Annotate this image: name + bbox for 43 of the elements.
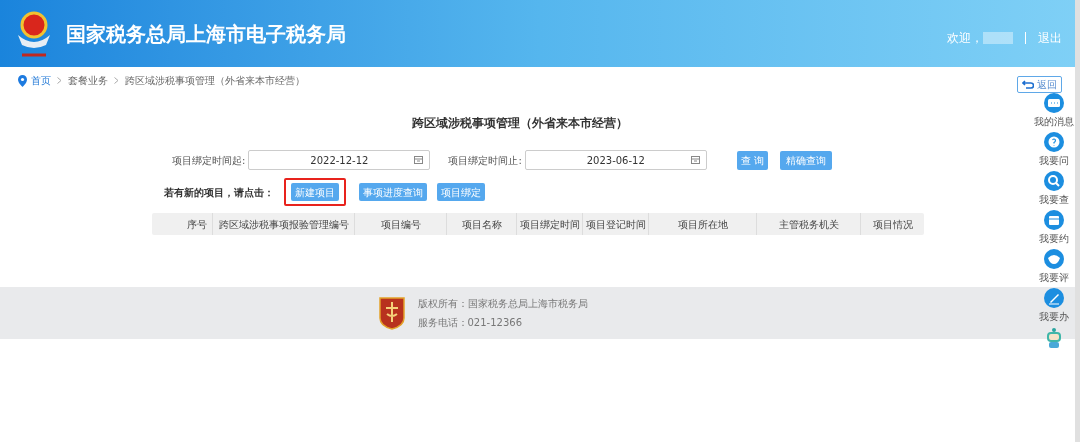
column-header: 项目名称 <box>461 217 502 232</box>
chat-bubble-icon[interactable] <box>1044 93 1064 113</box>
prompt-text: 若有新的项目，请点击： <box>164 185 274 200</box>
breadcrumb-link[interactable]: 首页 <box>31 73 51 88</box>
column-header: 序号 <box>187 217 207 232</box>
username-redacted <box>983 31 1013 44</box>
column-header: 项目编号 <box>380 217 421 232</box>
column-header: 项目所在地 <box>677 217 728 232</box>
chevron-right-icon <box>114 77 119 84</box>
footer-badge-icon <box>377 296 406 330</box>
robot-assistant-icon[interactable] <box>1045 327 1063 349</box>
service-phone-text: 服务电话：021-12366 <box>417 316 523 330</box>
column-header: 项目绑定时间 <box>519 217 580 232</box>
search-icon[interactable] <box>1044 171 1064 191</box>
date-field[interactable]: 2023-06-12 <box>524 150 707 170</box>
sidebar-link[interactable]: 我的消息 <box>1034 116 1074 128</box>
calendar-icon[interactable] <box>1044 210 1064 230</box>
sidebar-link[interactable]: 我要约 <box>1039 233 1069 245</box>
calendar-icon <box>690 156 700 164</box>
location-pin-icon <box>18 74 27 87</box>
sidebar-link[interactable]: 我要评 <box>1039 272 1069 284</box>
chevron-right-icon <box>57 77 62 84</box>
page-title: 跨区域涉税事项管理（外省来本市经营） <box>412 116 628 130</box>
field-label: 项目绑定时间起: <box>172 153 246 168</box>
site-title: 国家税务总局上海市电子税务局 <box>66 20 346 48</box>
question-icon[interactable] <box>1044 132 1064 152</box>
welcome-text: 欢迎， <box>947 29 983 47</box>
return-arrow-icon <box>1022 80 1034 89</box>
column-header: 主管税务机关 <box>778 217 839 232</box>
column-header: 项目登记时间 <box>585 217 646 232</box>
field-label: 项目绑定时间止: <box>448 153 522 168</box>
column-header: 项目情况 <box>872 217 913 232</box>
pen-icon[interactable] <box>1044 288 1064 308</box>
date-field[interactable]: 2022-12-12 <box>248 150 431 170</box>
breadcrumb-link[interactable]: 套餐业务 <box>68 73 108 88</box>
column-header: 跨区域涉税事项报验管理编号 <box>218 217 349 232</box>
sidebar-link[interactable]: 我要问 <box>1039 155 1069 167</box>
calendar-icon <box>414 156 424 164</box>
copyright-text: 版权所有：国家税务总局上海市税务局 <box>417 297 588 311</box>
sidebar-link[interactable]: 我要查 <box>1039 194 1069 206</box>
breadcrumb-link[interactable]: 跨区域涉税事项管理（外省来本市经营） <box>125 73 305 88</box>
sidebar-link[interactable]: 我要办 <box>1039 311 1069 323</box>
back-button[interactable]: 返回 <box>1017 76 1062 93</box>
